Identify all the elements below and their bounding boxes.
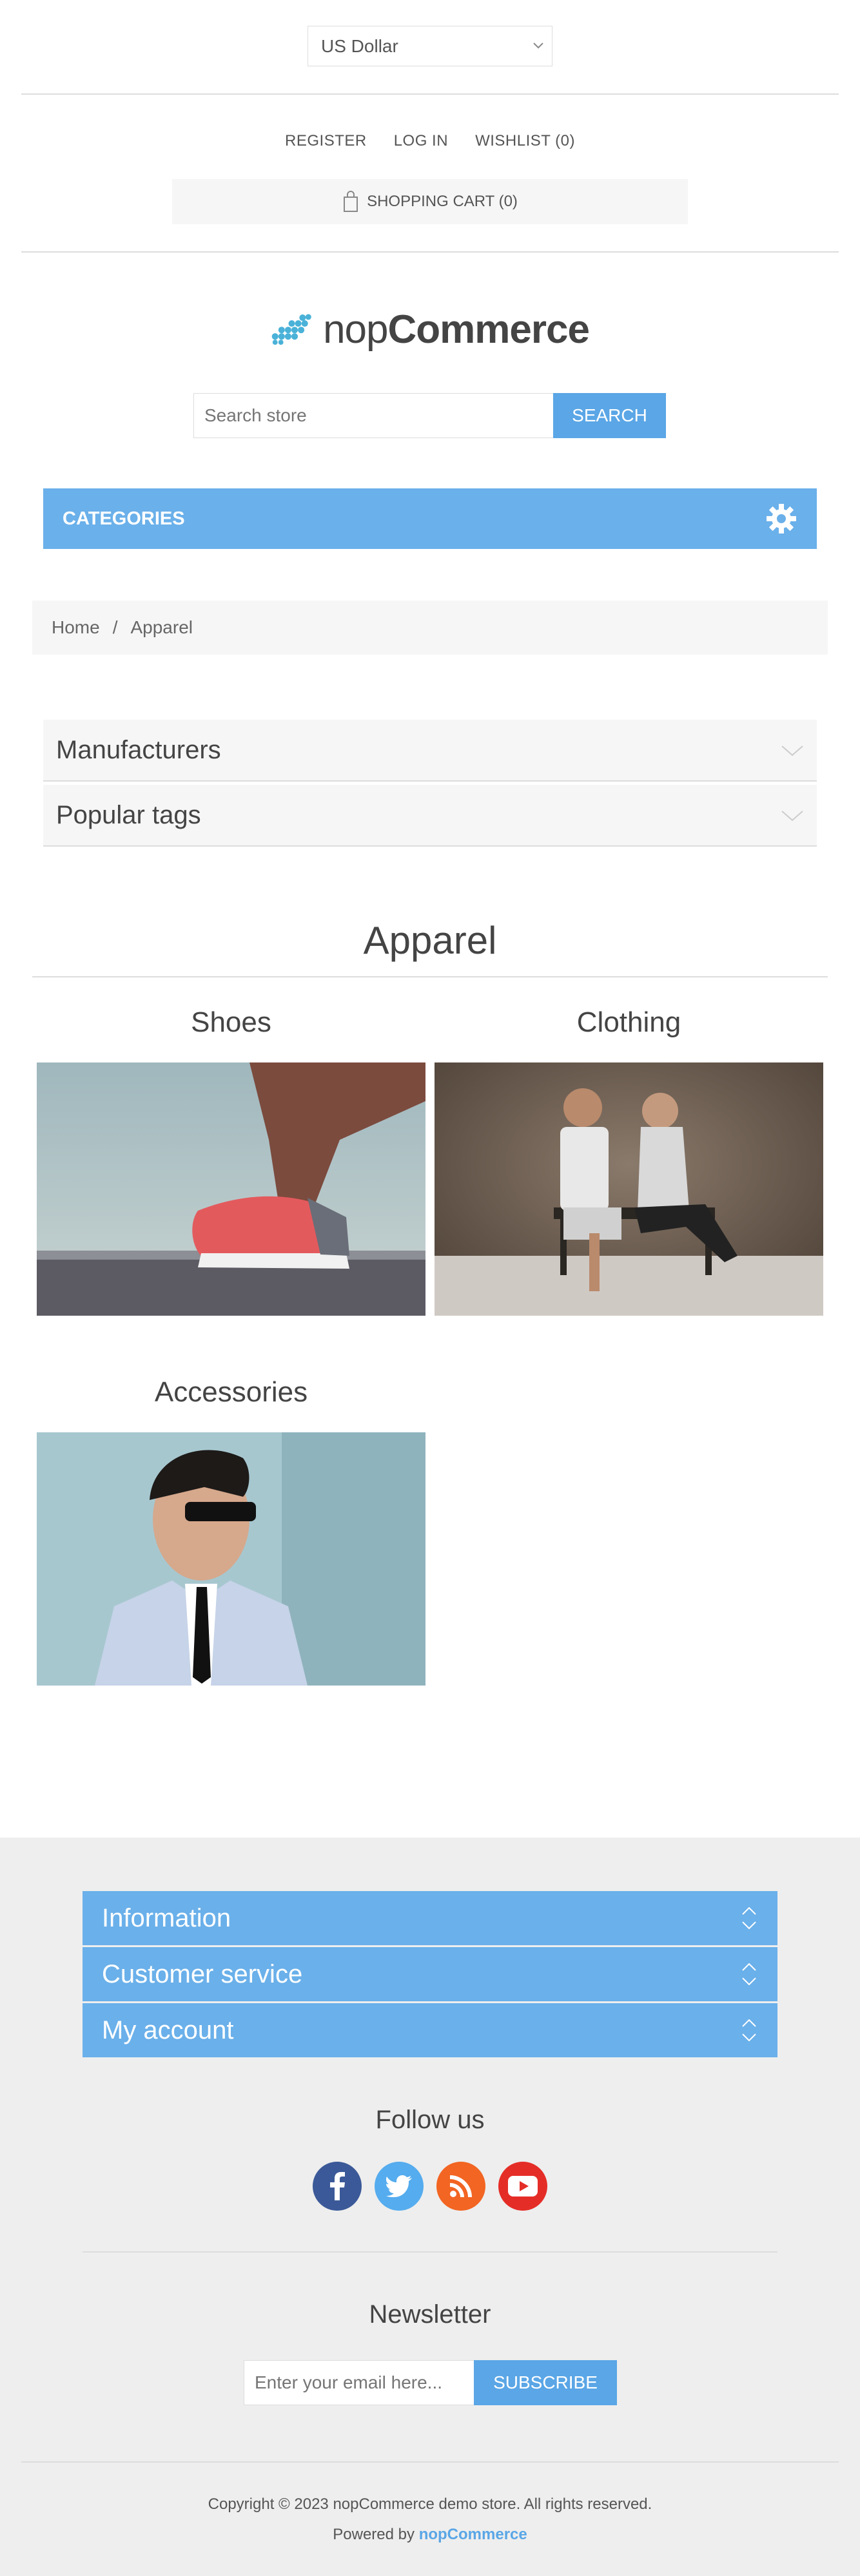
chevron-down-icon xyxy=(781,811,803,822)
footer-information-toggle[interactable]: Information xyxy=(83,1891,777,1945)
subcategory-name[interactable]: Accessories xyxy=(37,1376,425,1415)
expand-collapse-icon xyxy=(742,1907,756,1930)
categories-menu-toggle[interactable]: CATEGORIES xyxy=(43,488,817,549)
powered-by-prefix: Powered by xyxy=(333,2526,415,2543)
subcategory-name[interactable]: Shoes xyxy=(37,1006,425,1045)
clothing-image[interactable] xyxy=(435,1062,823,1316)
chevron-down-icon xyxy=(781,745,803,756)
footer-divider xyxy=(83,2251,777,2253)
gear-icon xyxy=(767,504,796,533)
breadcrumb-home-link[interactable]: Home xyxy=(52,617,100,638)
subcategory-item: Shoes xyxy=(37,1006,425,1316)
breadcrumb-separator: / xyxy=(112,617,118,637)
social-links xyxy=(0,2162,860,2211)
expand-collapse-icon xyxy=(742,1963,756,1986)
footer-section-title: Customer service xyxy=(102,1959,303,1988)
facebook-icon[interactable] xyxy=(313,2162,362,2211)
powered-by: Powered by nopCommerce xyxy=(0,2526,860,2544)
categories-label: CATEGORIES xyxy=(63,508,185,529)
shopping-cart-link[interactable]: SHOPPING CART (0) xyxy=(172,179,688,224)
login-link[interactable]: LOG IN xyxy=(394,132,448,150)
page: US Dollar REGISTER LOG IN WISHLIST (0) S… xyxy=(0,0,860,2576)
youtube-icon[interactable] xyxy=(498,2162,547,2211)
accessories-image[interactable] xyxy=(37,1432,425,1686)
footer-divider xyxy=(21,2461,839,2463)
subcategory-item: Clothing xyxy=(435,1006,823,1316)
breadcrumb-current: Apparel xyxy=(130,617,193,637)
divider xyxy=(21,93,839,95)
subcategory-name[interactable]: Clothing xyxy=(435,1006,823,1045)
follow-us-title: Follow us xyxy=(375,2106,485,2134)
logo-text: nopCommerce xyxy=(323,307,590,352)
rss-icon[interactable] xyxy=(436,2162,485,2211)
divider xyxy=(21,251,839,253)
copyright-text: Copyright © 2023 nopCommerce demo store.… xyxy=(208,2495,652,2513)
shopping-bag-icon xyxy=(344,191,358,212)
search-button[interactable]: SEARCH xyxy=(553,393,666,438)
manufacturers-title: Manufacturers xyxy=(56,735,221,764)
page-title: Apparel xyxy=(363,919,497,962)
wishlist-link[interactable]: WISHLIST (0) xyxy=(475,132,575,150)
shopping-cart-label: SHOPPING CART (0) xyxy=(367,193,518,210)
chevron-down-icon xyxy=(533,43,543,49)
register-link[interactable]: REGISTER xyxy=(285,132,367,150)
shoes-image[interactable] xyxy=(37,1062,425,1316)
manufacturers-block-toggle[interactable]: Manufacturers xyxy=(43,720,817,782)
newsletter-email-input[interactable] xyxy=(244,2360,474,2405)
twitter-icon[interactable] xyxy=(375,2162,424,2211)
popular-tags-title: Popular tags xyxy=(56,800,201,829)
search-input[interactable] xyxy=(193,393,554,438)
store-logo[interactable]: nopCommerce xyxy=(271,300,590,359)
powered-by-link[interactable]: nopCommerce xyxy=(419,2526,527,2543)
logo-dots-icon xyxy=(271,314,311,345)
newsletter-title: Newsletter xyxy=(369,2300,491,2329)
expand-collapse-icon xyxy=(742,2019,756,2042)
footer-my-account-toggle[interactable]: My account xyxy=(83,2003,777,2057)
breadcrumb: Home / Apparel xyxy=(32,601,828,655)
header-links: REGISTER LOG IN WISHLIST (0) xyxy=(0,132,860,150)
subcategory-item: Accessories xyxy=(37,1376,425,1686)
subscribe-button[interactable]: SUBSCRIBE xyxy=(474,2360,617,2405)
footer-section-title: My account xyxy=(102,2015,234,2044)
currency-value: US Dollar xyxy=(321,35,398,56)
popular-tags-block-toggle[interactable]: Popular tags xyxy=(43,785,817,847)
footer-customer-service-toggle[interactable]: Customer service xyxy=(83,1947,777,2001)
currency-select[interactable]: US Dollar xyxy=(308,26,552,66)
footer-section-title: Information xyxy=(102,1903,231,1932)
title-divider xyxy=(32,976,828,977)
